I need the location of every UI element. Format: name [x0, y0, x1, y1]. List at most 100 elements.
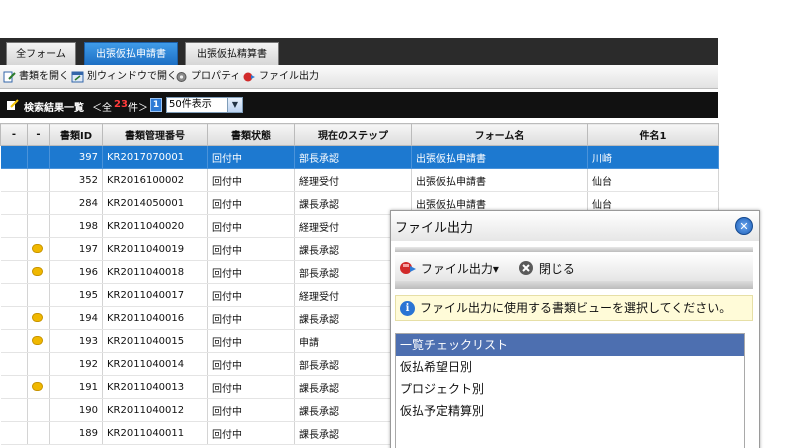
search-results-title: 検索結果一覧	[24, 103, 84, 114]
comment-bubble-icon[interactable]	[32, 336, 43, 345]
marker-cell	[0, 329, 28, 353]
marker-cell	[0, 168, 28, 192]
document-state-cell: 回付中	[207, 398, 295, 422]
document-number-cell: KR2011040016	[102, 306, 208, 330]
comment-cell	[27, 329, 50, 353]
document-id-cell: 194	[49, 306, 103, 330]
dialog-close-button[interactable]: 閉じる	[517, 260, 575, 278]
chevron-down-icon[interactable]: ▼	[227, 98, 242, 112]
document-number-cell: KR2016100002	[102, 168, 208, 192]
table-row[interactable]: 352 KR2016100002 回付中 経理受付 出張仮払申請書 仙台	[0, 168, 719, 192]
document-id-cell: 198	[49, 214, 103, 238]
document-number-cell: KR2011040017	[102, 283, 208, 307]
properties-button[interactable]: プロパティ	[174, 69, 240, 85]
document-state-cell: 回付中	[207, 352, 295, 376]
document-state-cell: 回付中	[207, 168, 295, 192]
marker-cell	[0, 214, 28, 238]
close-icon[interactable]: ✕	[735, 217, 753, 235]
document-id-cell: 196	[49, 260, 103, 284]
open-in-new-window-button[interactable]: 別ウィンドウで開く	[70, 69, 177, 85]
comment-bubble-icon[interactable]	[32, 244, 43, 253]
open-document-icon	[3, 71, 16, 83]
document-state-cell: 回付中	[207, 283, 295, 307]
column-header-document-number[interactable]: 書類管理番号	[102, 123, 208, 146]
tab-travel-advance-settlement[interactable]: 出張仮払精算書	[185, 42, 279, 65]
gear-icon	[176, 72, 187, 82]
comment-bubble-icon[interactable]	[32, 267, 43, 276]
subject-cell: 川崎	[587, 145, 719, 169]
comment-cell	[27, 352, 50, 376]
current-step-cell: 経理受付	[294, 168, 412, 192]
info-icon: i	[400, 301, 415, 316]
dialog-title: ファイル出力	[395, 221, 474, 236]
marker-cell	[0, 237, 28, 261]
document-state-cell: 回付中	[207, 191, 295, 215]
document-id-cell: 197	[49, 237, 103, 261]
comment-cell	[27, 398, 50, 422]
page-number-button[interactable]: 1	[150, 98, 162, 112]
comment-bubble-icon[interactable]	[32, 313, 43, 322]
current-step-cell: 部長承認	[294, 145, 412, 169]
per-page-select[interactable]: 50件表示 ▼	[166, 97, 243, 113]
document-id-cell: 397	[49, 145, 103, 169]
document-number-cell: KR2011040015	[102, 329, 208, 353]
column-header-comment[interactable]: -	[27, 123, 50, 146]
comment-cell	[27, 145, 50, 169]
dialog-header: ファイル出力 ✕	[391, 211, 759, 241]
comment-cell	[27, 306, 50, 330]
table-row[interactable]: 397 KR2017070001 回付中 部長承認 出張仮払申請書 川崎	[0, 145, 719, 169]
marker-cell	[0, 145, 28, 169]
comment-cell	[27, 191, 50, 215]
document-number-cell: KR2014050001	[102, 191, 208, 215]
document-number-cell: KR2011040020	[102, 214, 208, 238]
document-number-cell: KR2011040019	[102, 237, 208, 261]
marker-cell	[0, 375, 28, 399]
column-header-current-step[interactable]: 現在のステップ	[294, 123, 412, 146]
view-option[interactable]: 仮払希望日別	[396, 356, 744, 378]
file-output-label: ファイル出力	[259, 71, 319, 82]
comment-cell	[27, 260, 50, 284]
dialog-file-output-button[interactable]: ファイル出力▾	[399, 260, 499, 278]
document-state-cell: 回付中	[207, 260, 295, 284]
document-state-cell: 回付中	[207, 329, 295, 353]
column-header-document-state[interactable]: 書類状態	[207, 123, 295, 146]
document-number-cell: KR2011040018	[102, 260, 208, 284]
column-header-document-id[interactable]: 書類ID	[49, 123, 103, 146]
document-number-cell: KR2011040013	[102, 375, 208, 399]
tab-all-forms[interactable]: 全フォーム	[6, 42, 76, 65]
document-id-cell: 284	[49, 191, 103, 215]
marker-cell	[0, 352, 28, 376]
table-header-row: - - 書類ID 書類管理番号 書類状態 現在のステップ フォーム名 件名1	[0, 123, 719, 146]
result-count: 23	[114, 99, 128, 110]
document-number-cell: KR2017070001	[102, 145, 208, 169]
column-header-subject[interactable]: 件名1	[587, 123, 719, 146]
form-tab-bar: 全フォーム 出張仮払申請書 出張仮払精算書	[0, 38, 718, 65]
column-header-form-name[interactable]: フォーム名	[411, 123, 588, 146]
view-option[interactable]: 一覧チェックリスト	[396, 334, 744, 356]
document-id-cell: 192	[49, 352, 103, 376]
subject-cell: 仙台	[587, 168, 719, 192]
view-option[interactable]: 仮払予定精算別	[396, 400, 744, 422]
file-output-icon	[400, 262, 416, 274]
document-id-cell: 189	[49, 421, 103, 445]
dialog-info-message: i ファイル出力に使用する書類ビューを選択してください。	[395, 295, 753, 321]
new-window-icon	[71, 71, 84, 83]
column-header-marker[interactable]: -	[0, 123, 28, 146]
comment-cell	[27, 168, 50, 192]
marker-cell	[0, 191, 28, 215]
marker-cell	[0, 306, 28, 330]
comment-cell	[27, 237, 50, 261]
document-id-cell: 352	[49, 168, 103, 192]
dialog-info-text: ファイル出力に使用する書類ビューを選択してください。	[420, 301, 732, 315]
open-document-button[interactable]: 書類を開く	[2, 69, 69, 85]
file-output-button[interactable]: ファイル出力	[242, 69, 319, 85]
comment-cell	[27, 283, 50, 307]
file-output-icon	[243, 72, 255, 82]
marker-cell	[0, 283, 28, 307]
document-number-cell: KR2011040014	[102, 352, 208, 376]
document-view-list: 一覧チェックリスト 仮払希望日別 プロジェクト別 仮払予定精算別	[395, 333, 745, 448]
marker-cell	[0, 398, 28, 422]
tab-travel-advance-application[interactable]: 出張仮払申請書	[84, 42, 178, 65]
comment-bubble-icon[interactable]	[32, 382, 43, 391]
view-option[interactable]: プロジェクト別	[396, 378, 744, 400]
